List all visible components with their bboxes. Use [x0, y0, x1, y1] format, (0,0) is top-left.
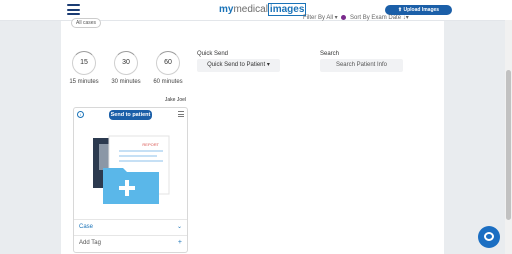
case-dropdown[interactable]: Case ⌄ [74, 219, 187, 234]
medical-cross-icon [119, 186, 135, 190]
quick-send-select[interactable]: Quick Send to Patient ▾ [197, 59, 280, 72]
report-title: REPORT [142, 142, 159, 147]
send-to-patient-button[interactable]: Send to patient [109, 110, 152, 120]
chevron-down-icon: ▾ [266, 62, 270, 68]
scrollbar-thumb[interactable] [506, 70, 511, 220]
hamburger-menu-icon[interactable] [67, 4, 80, 15]
report-line [119, 155, 157, 157]
timer-15-button[interactable]: 15 15 minutes [69, 51, 99, 85]
info-icon[interactable]: i [77, 111, 84, 118]
card-menu-icon[interactable] [178, 111, 184, 119]
timer-label: 60 minutes [153, 79, 183, 85]
upload-images-label: Upload Images [403, 7, 440, 13]
chevron-down-icon: ⌄ [176, 224, 182, 230]
app-logo[interactable]: mymedical images [219, 3, 307, 16]
main-content: All cases Filter By All ▾ Sort By Exam D… [61, 14, 444, 254]
upload-icon: ⬆ [397, 7, 403, 13]
filter-indicator-dot [341, 14, 347, 20]
timer-label: 30 minutes [111, 79, 141, 85]
timer-ring-icon: 15 [72, 51, 96, 75]
chat-bubble-icon [484, 232, 494, 241]
quick-send-label: Quick Send [197, 51, 229, 57]
timer-label: 15 minutes [69, 79, 99, 85]
timer-30-button[interactable]: 30 30 minutes [111, 51, 141, 85]
report-line [119, 150, 163, 152]
chat-support-button[interactable] [478, 226, 500, 248]
filter-sort-bar: Filter By All ▾ Sort By Exam Date ↓▾ [303, 14, 409, 21]
plus-icon[interactable]: + [178, 236, 182, 250]
timer-ring-icon: 60 [156, 51, 180, 75]
sort-dropdown[interactable]: Sort By Exam Date ↓▾ [350, 15, 409, 21]
patient-name: Jake Joel [164, 97, 186, 103]
case-thumbnail-image[interactable]: REPORT [89, 128, 173, 206]
add-tag-row[interactable]: Add Tag + [74, 235, 187, 250]
search-input[interactable]: Search Patient Info [320, 59, 403, 72]
timer-ring-icon: 30 [114, 51, 138, 75]
report-line [119, 160, 163, 162]
search-label: Search [320, 51, 340, 57]
case-card[interactable]: i Send to patient REPORT Case ⌄ Add Tag … [73, 107, 188, 253]
page-scrollbar[interactable] [505, 20, 512, 254]
all-cases-pill[interactable]: All cases [71, 18, 102, 28]
timer-60-button[interactable]: 60 60 minutes [153, 51, 183, 85]
filter-dropdown[interactable]: Filter By All ▾ [303, 15, 338, 21]
